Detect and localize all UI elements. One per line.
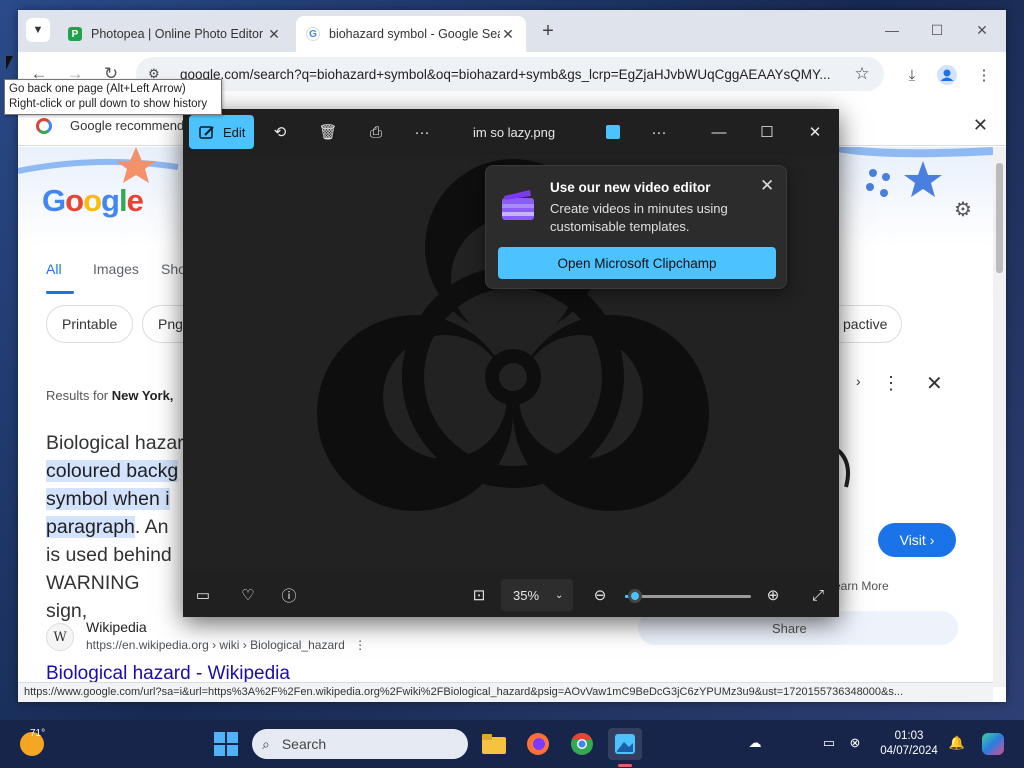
status-bar-url: https://www.google.com/url?sa=i&url=http…: [18, 682, 993, 702]
network-icon[interactable]: ▭: [820, 734, 838, 752]
download-icon[interactable]: ⤓: [901, 64, 923, 86]
photopea-icon: P: [68, 27, 82, 41]
google-g-icon: [36, 118, 52, 134]
file-name: im so lazy.png: [473, 125, 556, 140]
bookmark-star-icon[interactable]: ☆: [852, 64, 872, 84]
tab-title: Photopea | Online Photo Editor: [91, 27, 264, 41]
close-icon[interactable]: ✕: [926, 371, 943, 396]
learn-more-link[interactable]: earn More: [834, 579, 889, 593]
fullscreen-icon[interactable]: ⤢: [805, 582, 831, 608]
mouse-cursor: [6, 56, 13, 70]
more-options-icon[interactable]: ···: [409, 119, 435, 145]
clipchamp-icon: [502, 190, 534, 220]
fit-to-window-icon[interactable]: ⊡: [466, 582, 492, 608]
taskbar-search-box[interactable]: ⌕ Search: [252, 729, 468, 759]
new-tab-button[interactable]: +: [538, 20, 558, 43]
wikipedia-icon: W: [46, 623, 74, 651]
close-tab-icon[interactable]: ✕: [266, 26, 282, 43]
video-editor-teaching-tip: Use our new video editor Create videos i…: [485, 165, 787, 289]
notification-bell-icon[interactable]: 🔔: [948, 734, 966, 752]
weather-temperature[interactable]: 71°: [30, 728, 45, 739]
minimize-button[interactable]: —: [874, 16, 910, 44]
profile-avatar[interactable]: [936, 64, 958, 86]
chevron-right-icon[interactable]: ›: [856, 373, 861, 389]
zoom-level-dropdown[interactable]: 35% ⌄: [501, 579, 573, 611]
print-icon[interactable]: ⎙: [363, 119, 389, 145]
edit-button[interactable]: Edit: [189, 115, 254, 149]
zoom-out-icon[interactable]: ⊖: [587, 582, 613, 608]
delete-icon[interactable]: 🗑: [315, 119, 341, 145]
close-icon[interactable]: ✕: [802, 119, 828, 145]
close-icon[interactable]: ✕: [760, 176, 774, 196]
tab-google-search[interactable]: G biohazard symbol - Google Search ✕: [296, 16, 526, 52]
kebab-icon[interactable]: ⋮: [354, 638, 366, 652]
chip-printable[interactable]: Printable: [46, 305, 134, 343]
active-tab-indicator: [46, 291, 74, 294]
copilot-icon[interactable]: [982, 733, 1004, 755]
system-clock[interactable]: 01:03 04/07/2024: [876, 729, 942, 759]
file-explorer-icon[interactable]: [477, 728, 511, 760]
filmstrip-icon[interactable]: ▭: [190, 582, 216, 608]
tab-search-button[interactable]: ▼: [26, 18, 50, 42]
chevron-down-icon: ⌄: [555, 589, 564, 601]
google-logo[interactable]: Google: [42, 183, 144, 219]
google-icon: G: [306, 27, 320, 41]
search-icon: ⌕: [262, 735, 270, 752]
onedrive-icon[interactable]: ☁: [746, 734, 764, 752]
more-options-icon[interactable]: ···: [646, 119, 672, 145]
maximize-icon[interactable]: ☐: [754, 119, 780, 145]
chevron-down-icon: ▼: [32, 24, 44, 36]
photos-app-window: Edit ⟲ 🗑 ⎙ ··· im so lazy.png ··· — ☐ ✕: [183, 109, 839, 617]
chrome-icon[interactable]: [565, 728, 599, 760]
result-site-name[interactable]: Wikipedia: [86, 619, 147, 635]
gear-icon[interactable]: ⚙: [954, 197, 972, 222]
menu-kebab-icon[interactable]: ⋮: [973, 64, 995, 86]
edit-image-icon: [199, 126, 214, 139]
url-text[interactable]: google.com/search?q=biohazard+symbol&oq=…: [180, 67, 852, 82]
close-window-button[interactable]: ✕: [964, 16, 1000, 44]
share-button[interactable]: Share: [772, 621, 807, 636]
taskbar: 71° ⌕ Search ☁ ▭ ⊗ 01:03 04/07/2024 🔔: [0, 720, 1024, 768]
minimize-icon[interactable]: —: [706, 119, 732, 145]
active-app-indicator: [618, 764, 632, 767]
windows-start-icon[interactable]: [214, 732, 238, 756]
tab-all[interactable]: All: [46, 261, 62, 277]
maximize-button[interactable]: ☐: [919, 16, 955, 44]
scrollbar-thumb[interactable]: [996, 163, 1003, 273]
result-url[interactable]: https://en.wikipedia.org › wiki › Biolog…: [86, 638, 366, 652]
photos-bottom-bar: ▭ ♡ ⓘ ⊡ 35% ⌄ ⊖ ⊕ ⤢: [183, 573, 839, 617]
close-icon[interactable]: ✕: [973, 115, 988, 136]
tab-strip: ▼ P Photopea | Online Photo Editor ✕ G b…: [18, 10, 1006, 52]
page-scrollbar[interactable]: [993, 147, 1006, 687]
volume-muted-icon[interactable]: ⊗: [846, 734, 864, 752]
rotate-icon[interactable]: ⟲: [267, 119, 293, 145]
teaching-body: Create videos in minutes using customisa…: [550, 201, 728, 234]
zoom-in-icon[interactable]: ⊕: [760, 582, 786, 608]
photos-taskbar-icon[interactable]: [608, 728, 642, 760]
photos-app-icon: [606, 125, 620, 139]
featured-snippet: Biological hazar coloured backg symbol w…: [46, 432, 184, 622]
tab-title: biohazard symbol - Google Search: [329, 27, 500, 41]
back-button-tooltip: Go back one page (Alt+Left Arrow) Right-…: [4, 79, 222, 115]
heart-icon[interactable]: ♡: [235, 582, 261, 608]
infobar-text: Google recommend: [70, 118, 185, 133]
teaching-title: Use our new video editor: [550, 180, 711, 195]
photos-toolbar: Edit ⟲ 🗑 ⎙ ··· im so lazy.png ··· — ☐ ✕: [183, 109, 839, 155]
visit-button[interactable]: Visit ›: [878, 523, 956, 557]
firefox-icon[interactable]: [521, 728, 555, 760]
tab-images[interactable]: Images: [93, 261, 139, 277]
zoom-slider[interactable]: [625, 589, 751, 603]
results-location: Results for New York,: [46, 388, 174, 403]
tab-photopea[interactable]: P Photopea | Online Photo Editor ✕: [58, 16, 292, 52]
close-tab-icon[interactable]: ✕: [500, 26, 516, 43]
info-icon[interactable]: ⓘ: [276, 582, 302, 608]
open-clipchamp-button[interactable]: Open Microsoft Clipchamp: [498, 247, 776, 279]
zoom-slider-thumb[interactable]: [628, 589, 643, 603]
address-bar[interactable]: ⚙ google.com/search?q=biohazard+symbol&o…: [136, 57, 884, 91]
kebab-icon[interactable]: ⋮: [882, 373, 900, 394]
